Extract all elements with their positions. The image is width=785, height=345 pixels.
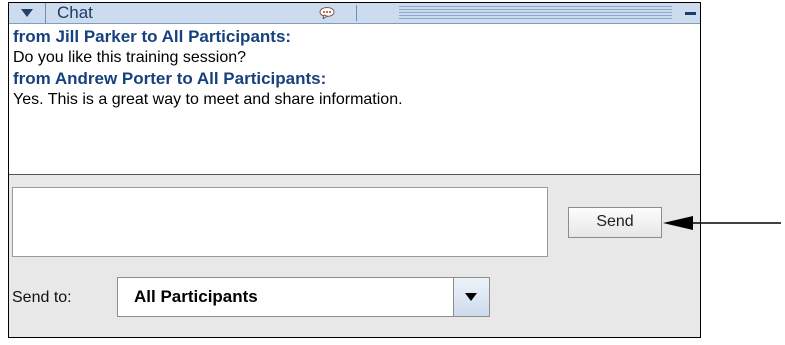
chevron-down-icon: [465, 293, 477, 301]
message-sender: from Jill Parker to All Participants:: [13, 27, 292, 46]
panel-title: Chat: [57, 3, 93, 22]
message-text: Yes. This is a great way to meet and sha…: [13, 91, 403, 108]
send-to-label: Send to:: [12, 289, 72, 306]
drag-grip[interactable]: [399, 6, 672, 20]
chat-message-list: from Jill Parker to All Participants: Do…: [9, 24, 700, 175]
minimize-icon: [685, 12, 696, 15]
send-to-select[interactable]: All Participants: [117, 277, 490, 317]
message-text: Do you like this training session?: [13, 49, 247, 66]
minimize-button[interactable]: [681, 3, 700, 23]
dropdown-button[interactable]: [453, 278, 489, 316]
chat-message-input[interactable]: [12, 187, 548, 257]
send-button[interactable]: Send: [568, 207, 662, 238]
chat-titlebar: Chat: [9, 3, 700, 24]
title-divider: [356, 5, 357, 21]
message-sender: from Andrew Porter to All Participants:: [13, 69, 327, 88]
chevron-down-icon: [21, 9, 33, 17]
chat-bubble-icon: [319, 7, 335, 19]
collapse-button[interactable]: [9, 3, 46, 23]
send-to-value: All Participants: [134, 287, 258, 306]
callout-arrow-icon: [663, 216, 781, 230]
